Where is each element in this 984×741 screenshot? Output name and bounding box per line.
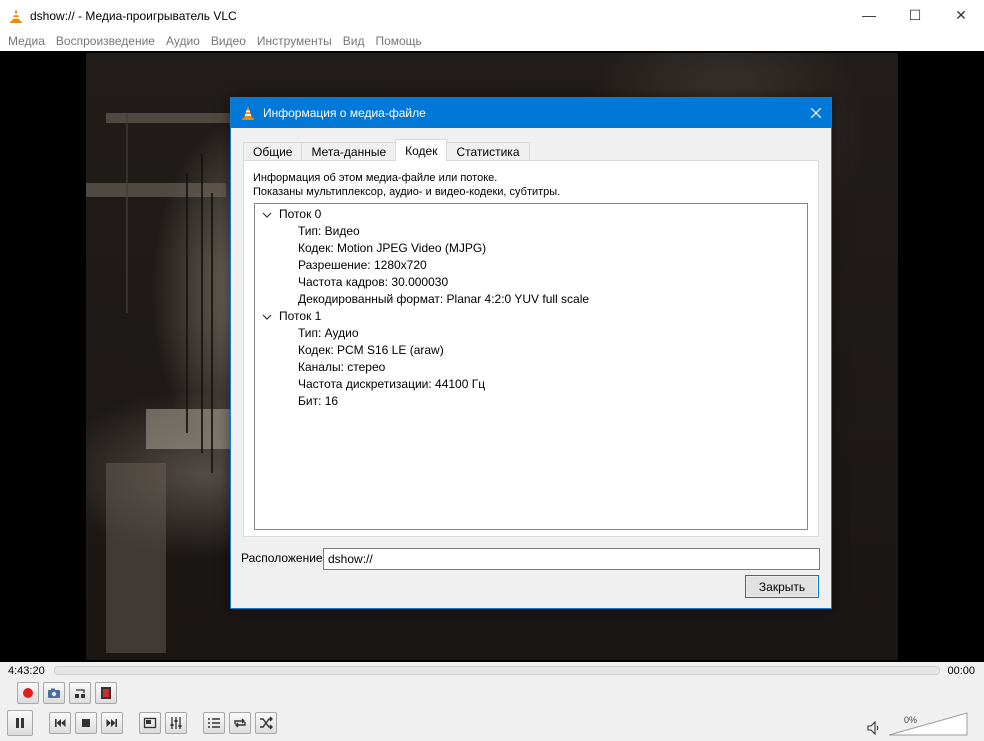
speaker-icon[interactable] xyxy=(866,720,882,736)
time-total: 00:00 xyxy=(947,665,975,677)
skip-next-icon xyxy=(106,719,117,727)
codec-tree[interactable]: Поток 0 Тип: Видео Кодек: Motion JPEG Vi… xyxy=(254,203,808,530)
window-titlebar: dshow:// - Медиа-проигрыватель VLC — ☐ ✕ xyxy=(0,0,984,31)
tree-prop[interactable]: Декодированный формат: Planar 4:2:0 YUV … xyxy=(255,291,807,308)
tree-prop[interactable]: Частота дискретизации: 44100 Гц xyxy=(255,376,807,393)
window-controls: — ☐ ✕ xyxy=(846,0,984,30)
vlc-cone-icon xyxy=(242,106,254,120)
menu-help[interactable]: Помощь xyxy=(369,34,426,48)
maximize-button[interactable]: ☐ xyxy=(892,0,938,30)
fullscreen-button[interactable] xyxy=(139,712,161,734)
playlist-icon xyxy=(208,718,220,728)
tab-codec[interactable]: Кодек xyxy=(395,139,448,161)
menu-media[interactable]: Медиа xyxy=(0,34,50,48)
menu-video[interactable]: Видео xyxy=(205,34,251,48)
menu-bar: Медиа Воспроизведение Аудио Видео Инстру… xyxy=(0,31,984,51)
loop-ab-button[interactable] xyxy=(69,682,91,704)
seek-slider[interactable] xyxy=(54,666,940,675)
camera-icon xyxy=(48,688,60,698)
record-icon xyxy=(23,688,33,698)
media-info-dialog: Информация о медиа-файле Общие Мета-данн… xyxy=(230,97,832,609)
tree-prop[interactable]: Кодек: Motion JPEG Video (MJPG) xyxy=(255,240,807,257)
description-line-2: Показаны мультиплексор, аудио- и видео-к… xyxy=(253,186,561,198)
seek-bar: 4:43:20 00:00 xyxy=(0,662,984,680)
dialog-titlebar: Информация о медиа-файле xyxy=(231,98,831,128)
snapshot-button[interactable] xyxy=(43,682,65,704)
pause-icon xyxy=(16,718,24,728)
fullscreen-icon xyxy=(143,717,157,729)
loop-ab-icon xyxy=(75,689,85,698)
tab-general[interactable]: Общие xyxy=(243,142,303,161)
tab-statistics[interactable]: Статистика xyxy=(446,142,530,161)
film-frame-icon xyxy=(101,687,111,699)
location-label: Расположение: xyxy=(241,551,326,565)
menu-playback[interactable]: Воспроизведение xyxy=(50,34,160,48)
extended-settings-button[interactable] xyxy=(165,712,187,734)
loop-icon xyxy=(234,718,246,728)
tree-prop[interactable]: Тип: Видео xyxy=(255,223,807,240)
tree-prop[interactable]: Кодек: PCM S16 LE (araw) xyxy=(255,342,807,359)
shuffle-button[interactable] xyxy=(255,712,277,734)
tree-stream-1[interactable]: Поток 1 xyxy=(255,308,807,325)
tree-prop[interactable]: Тип: Аудио xyxy=(255,325,807,342)
loop-button[interactable] xyxy=(229,712,251,734)
description-line-1: Информация об этом медиа-файле или поток… xyxy=(253,172,498,184)
minimize-button[interactable]: — xyxy=(846,0,892,30)
next-button[interactable] xyxy=(101,712,123,734)
stream-label: Поток 0 xyxy=(279,207,322,221)
panel-description: Информация об этом медиа-файле или поток… xyxy=(253,171,560,199)
pause-button[interactable] xyxy=(7,710,33,736)
close-button[interactable]: Закрыть xyxy=(745,575,819,598)
tree-prop[interactable]: Бит: 16 xyxy=(255,393,807,410)
record-button[interactable] xyxy=(17,682,39,704)
vlc-cone-icon xyxy=(10,8,22,23)
menu-view[interactable]: Вид xyxy=(337,34,370,48)
tree-prop[interactable]: Частота кадров: 30.000030 xyxy=(255,274,807,291)
location-field[interactable]: dshow:// xyxy=(323,548,820,570)
window-close-button[interactable]: ✕ xyxy=(938,0,984,30)
dialog-close-icon[interactable] xyxy=(801,98,831,128)
playlist-button[interactable] xyxy=(203,712,225,734)
time-elapsed: 4:43:20 xyxy=(8,665,45,677)
tab-metadata[interactable]: Мета-данные xyxy=(301,142,397,161)
shuffle-icon xyxy=(260,716,273,730)
frame-by-frame-button[interactable] xyxy=(95,682,117,704)
stop-icon xyxy=(82,719,90,727)
window-title: dshow:// - Медиа-проигрыватель VLC xyxy=(30,8,237,23)
stream-label: Поток 1 xyxy=(279,309,322,323)
codec-panel: Информация об этом медиа-файле или поток… xyxy=(243,160,819,537)
tree-prop[interactable]: Каналы: стерео xyxy=(255,359,807,376)
tree-prop[interactable]: Разрешение: 1280x720 xyxy=(255,257,807,274)
chevron-down-icon[interactable] xyxy=(261,311,273,323)
stop-button[interactable] xyxy=(75,712,97,734)
chevron-down-icon[interactable] xyxy=(261,209,273,221)
volume-percent: 0% xyxy=(904,715,918,725)
dialog-tabs: Общие Мета-данные Кодек Статистика xyxy=(243,139,530,161)
volume-slider[interactable] xyxy=(888,712,968,736)
dialog-title: Информация о медиа-файле xyxy=(263,106,426,120)
tree-stream-0[interactable]: Поток 0 xyxy=(255,206,807,223)
menu-tools[interactable]: Инструменты xyxy=(251,34,337,48)
menu-audio[interactable]: Аудио xyxy=(160,34,205,48)
skip-previous-icon xyxy=(55,719,66,727)
equalizer-icon xyxy=(170,717,182,729)
previous-button[interactable] xyxy=(49,712,71,734)
